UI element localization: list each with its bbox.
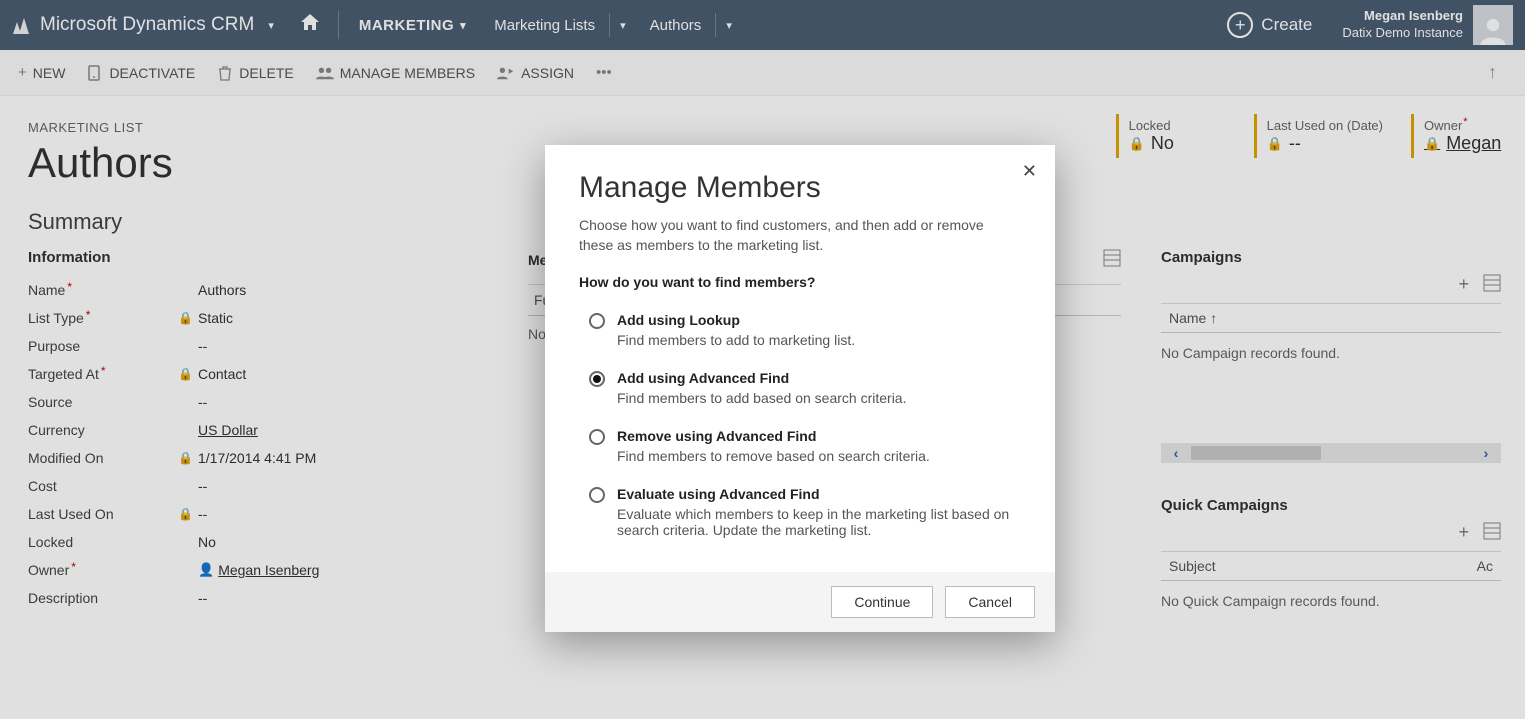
option-desc: Find members to add based on search crit… [617,390,906,406]
continue-button[interactable]: Continue [831,586,933,618]
option-title: Evaluate using Advanced Find [617,486,1021,502]
option-title: Add using Lookup [617,312,855,328]
option-3[interactable]: Evaluate using Advanced Find Evaluate whi… [579,478,1021,552]
dialog-question: How do you want to find members? [579,274,1021,290]
close-icon[interactable]: ✕ [1022,161,1037,182]
option-0[interactable]: Add using Lookup Find members to add to m… [579,304,1021,362]
option-1[interactable]: Add using Advanced Find Find members to a… [579,362,1021,420]
cancel-button[interactable]: Cancel [945,586,1035,618]
manage-members-dialog: ✕ Manage Members Choose how you want to … [545,145,1055,632]
option-desc: Evaluate which members to keep in the ma… [617,506,1021,538]
radio-icon[interactable] [589,487,605,503]
dialog-title: Manage Members [579,171,1021,205]
option-2[interactable]: Remove using Advanced Find Find members t… [579,420,1021,478]
option-desc: Find members to add to marketing list. [617,332,855,348]
dialog-footer: Continue Cancel [545,572,1055,632]
option-title: Remove using Advanced Find [617,428,930,444]
option-title: Add using Advanced Find [617,370,906,386]
radio-icon[interactable] [589,313,605,329]
radio-icon[interactable] [589,371,605,387]
dialog-subtitle: Choose how you want to find customers, a… [579,215,1021,256]
radio-icon[interactable] [589,429,605,445]
option-desc: Find members to remove based on search c… [617,448,930,464]
